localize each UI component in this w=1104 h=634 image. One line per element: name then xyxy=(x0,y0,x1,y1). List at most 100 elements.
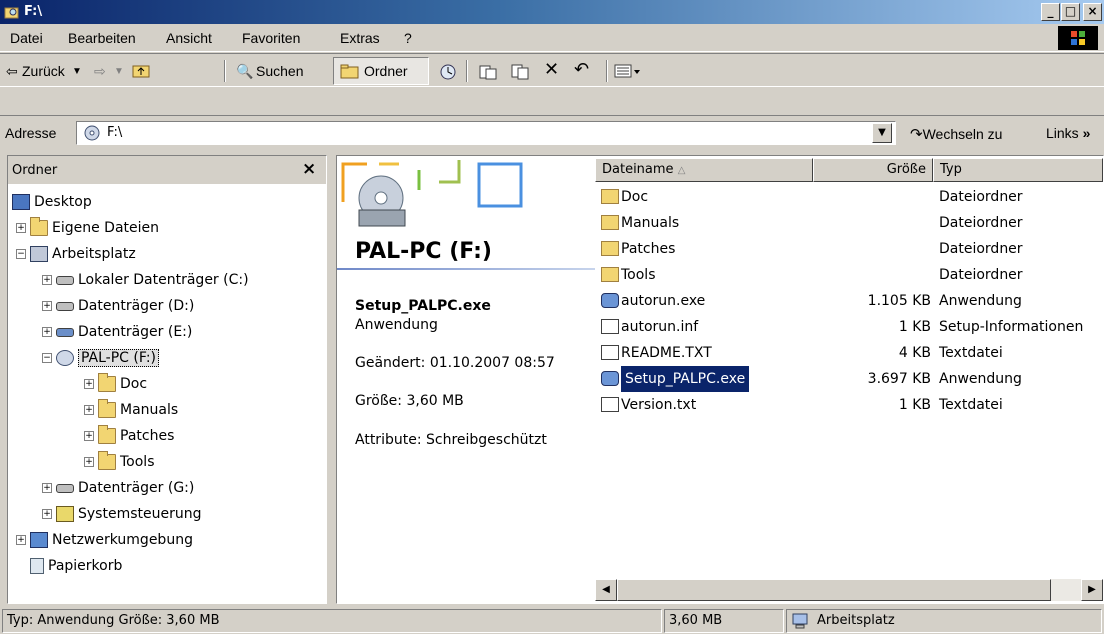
go-button[interactable]: ↷Wechseln zu xyxy=(910,125,1002,143)
collapse-icon[interactable]: − xyxy=(42,353,52,363)
tree-item-eigene-dateien[interactable]: + Eigene Dateien xyxy=(16,216,159,240)
history-button[interactable] xyxy=(438,63,458,84)
tree-item-arbeitsplatz[interactable]: − Arbeitsplatz xyxy=(16,242,136,266)
folder-pane-header: Ordner × xyxy=(8,156,326,184)
file-list-view: PAL-PC (F:) Setup_PALPC.exe Anwendung Ge… xyxy=(336,155,1104,604)
file-row[interactable]: Setup_PALPC.exe 3.697 KB Anwendung xyxy=(595,366,1103,392)
file-name: Doc xyxy=(621,189,649,205)
removable-drive-icon xyxy=(56,327,74,337)
tree-item-papierkorb[interactable]: Papierkorb xyxy=(30,554,122,578)
views-button[interactable] xyxy=(614,63,642,82)
file-row[interactable]: README.TXT 4 KB Textdatei xyxy=(595,340,1103,366)
selected-file-type: Anwendung xyxy=(355,317,438,333)
expand-icon[interactable]: + xyxy=(84,379,94,389)
selected-file-modified: Geändert: 01.10.2007 08:57 xyxy=(355,355,555,371)
column-header-size[interactable]: Größe xyxy=(813,158,933,182)
menu-datei[interactable]: Datei xyxy=(10,30,43,46)
folder-icon xyxy=(601,267,619,282)
back-dropdown-icon[interactable]: ▼ xyxy=(72,66,82,77)
folder-up-button[interactable] xyxy=(132,63,152,82)
text-file-icon xyxy=(601,345,619,360)
links-button[interactable]: Links » xyxy=(1046,125,1090,141)
expand-icon[interactable]: + xyxy=(16,535,26,545)
menu-ansicht[interactable]: Ansicht xyxy=(166,30,212,46)
tree-item-tools[interactable]: + Tools xyxy=(84,450,155,474)
tree-label: Tools xyxy=(120,454,155,470)
folders-button[interactable]: Ordner xyxy=(333,57,429,85)
search-button[interactable]: Suchen xyxy=(256,63,303,79)
expand-icon[interactable]: + xyxy=(16,223,26,233)
tree-item-desktop[interactable]: Desktop xyxy=(12,190,92,214)
menu-help[interactable]: ? xyxy=(404,30,412,46)
tree-item-drive-f[interactable]: − PAL-PC (F:) xyxy=(42,346,160,370)
tree-label: Datenträger (D:) xyxy=(78,298,195,314)
file-name: autorun.inf xyxy=(621,319,699,335)
file-name: autorun.exe xyxy=(621,293,706,309)
expand-icon[interactable]: + xyxy=(42,483,52,493)
undo-button[interactable]: ↶ xyxy=(574,59,589,80)
close-button[interactable]: × xyxy=(1083,3,1102,21)
back-button[interactable]: Zurück xyxy=(22,63,65,79)
forward-button[interactable]: ⇨ xyxy=(94,63,106,80)
file-row[interactable]: Doc Dateiordner xyxy=(595,184,1103,210)
expand-icon[interactable]: + xyxy=(42,509,52,519)
folder-pane-close-button[interactable]: × xyxy=(302,159,316,179)
file-name: README.TXT xyxy=(621,345,712,361)
address-input[interactable]: F:\ xyxy=(76,121,896,145)
file-row[interactable]: Manuals Dateiordner xyxy=(595,210,1103,236)
address-label: Adresse xyxy=(5,125,57,141)
folder-up-icon xyxy=(132,65,150,78)
tree-item-drive-c[interactable]: + Lokaler Datenträger (C:) xyxy=(42,268,249,292)
tree-label: Datenträger (E:) xyxy=(78,324,193,340)
tree-item-systemsteuerung[interactable]: + Systemsteuerung xyxy=(42,502,201,526)
minimize-button[interactable]: _ xyxy=(1041,3,1060,21)
collapse-icon[interactable]: − xyxy=(16,249,26,259)
scroll-thumb[interactable] xyxy=(617,579,1051,601)
file-row[interactable]: Patches Dateiordner xyxy=(595,236,1103,262)
file-row[interactable]: Tools Dateiordner xyxy=(595,262,1103,288)
expand-icon[interactable]: + xyxy=(84,431,94,441)
address-dropdown-button[interactable]: ▼ xyxy=(872,123,892,143)
sort-ascending-icon: △ xyxy=(677,165,686,176)
tree-label: Manuals xyxy=(120,402,179,418)
pane-splitter[interactable] xyxy=(328,155,334,604)
move-to-button[interactable] xyxy=(478,63,498,84)
hard-drive-icon xyxy=(56,275,74,285)
column-header-name[interactable]: Dateiname △ xyxy=(595,158,813,182)
status-bar: Typ: Anwendung Größe: 3,60 MB 3,60 MB Ar… xyxy=(0,606,1104,634)
tree-item-patches[interactable]: + Patches xyxy=(84,424,174,448)
copy-to-button[interactable] xyxy=(510,63,530,84)
tree-item-drive-e[interactable]: + Datenträger (E:) xyxy=(42,320,192,344)
scroll-right-button[interactable]: ▶ xyxy=(1081,579,1103,601)
menu-bearbeiten[interactable]: Bearbeiten xyxy=(68,30,136,46)
scroll-left-button[interactable]: ◀ xyxy=(595,579,617,601)
tree-item-netzwerkumgebung[interactable]: + Netzwerkumgebung xyxy=(16,528,193,552)
column-header-type[interactable]: Typ xyxy=(933,158,1103,182)
tree-item-drive-g[interactable]: + Datenträger (G:) xyxy=(42,476,194,500)
file-row[interactable]: Version.txt 1 KB Textdatei xyxy=(595,392,1103,418)
back-arrow-icon: ⇦ xyxy=(6,63,18,79)
maximize-button[interactable]: □ xyxy=(1061,3,1080,21)
application-icon xyxy=(601,293,619,308)
expand-icon[interactable]: + xyxy=(42,301,52,311)
tree-item-doc[interactable]: + Doc xyxy=(84,372,147,396)
status-size: 3,60 MB xyxy=(664,609,784,633)
expand-icon[interactable]: + xyxy=(42,275,52,285)
horizontal-scrollbar[interactable]: ◀ ▶ xyxy=(595,579,1103,601)
delete-button[interactable]: ✕ xyxy=(544,59,559,80)
file-name: Setup_PALPC.exe xyxy=(621,366,750,392)
menu-favoriten[interactable]: Favoriten xyxy=(242,30,300,46)
tree-label: Patches xyxy=(120,428,175,444)
tree-item-manuals[interactable]: + Manuals xyxy=(84,398,178,422)
tree-label: Lokaler Datenträger (C:) xyxy=(78,272,249,288)
menu-extras[interactable]: Extras xyxy=(340,30,380,46)
folder-icon xyxy=(601,215,619,230)
expand-icon[interactable]: + xyxy=(84,457,94,467)
tree-item-drive-d[interactable]: + Datenträger (D:) xyxy=(42,294,194,318)
expand-icon[interactable]: + xyxy=(42,327,52,337)
file-row[interactable]: autorun.inf 1 KB Setup-Informationen xyxy=(595,314,1103,340)
title-bar[interactable]: F:\ _ □ × xyxy=(0,0,1104,24)
expand-icon[interactable]: + xyxy=(84,405,94,415)
file-row[interactable]: autorun.exe 1.105 KB Anwendung xyxy=(595,288,1103,314)
forward-dropdown-icon[interactable]: ▼ xyxy=(114,66,124,77)
